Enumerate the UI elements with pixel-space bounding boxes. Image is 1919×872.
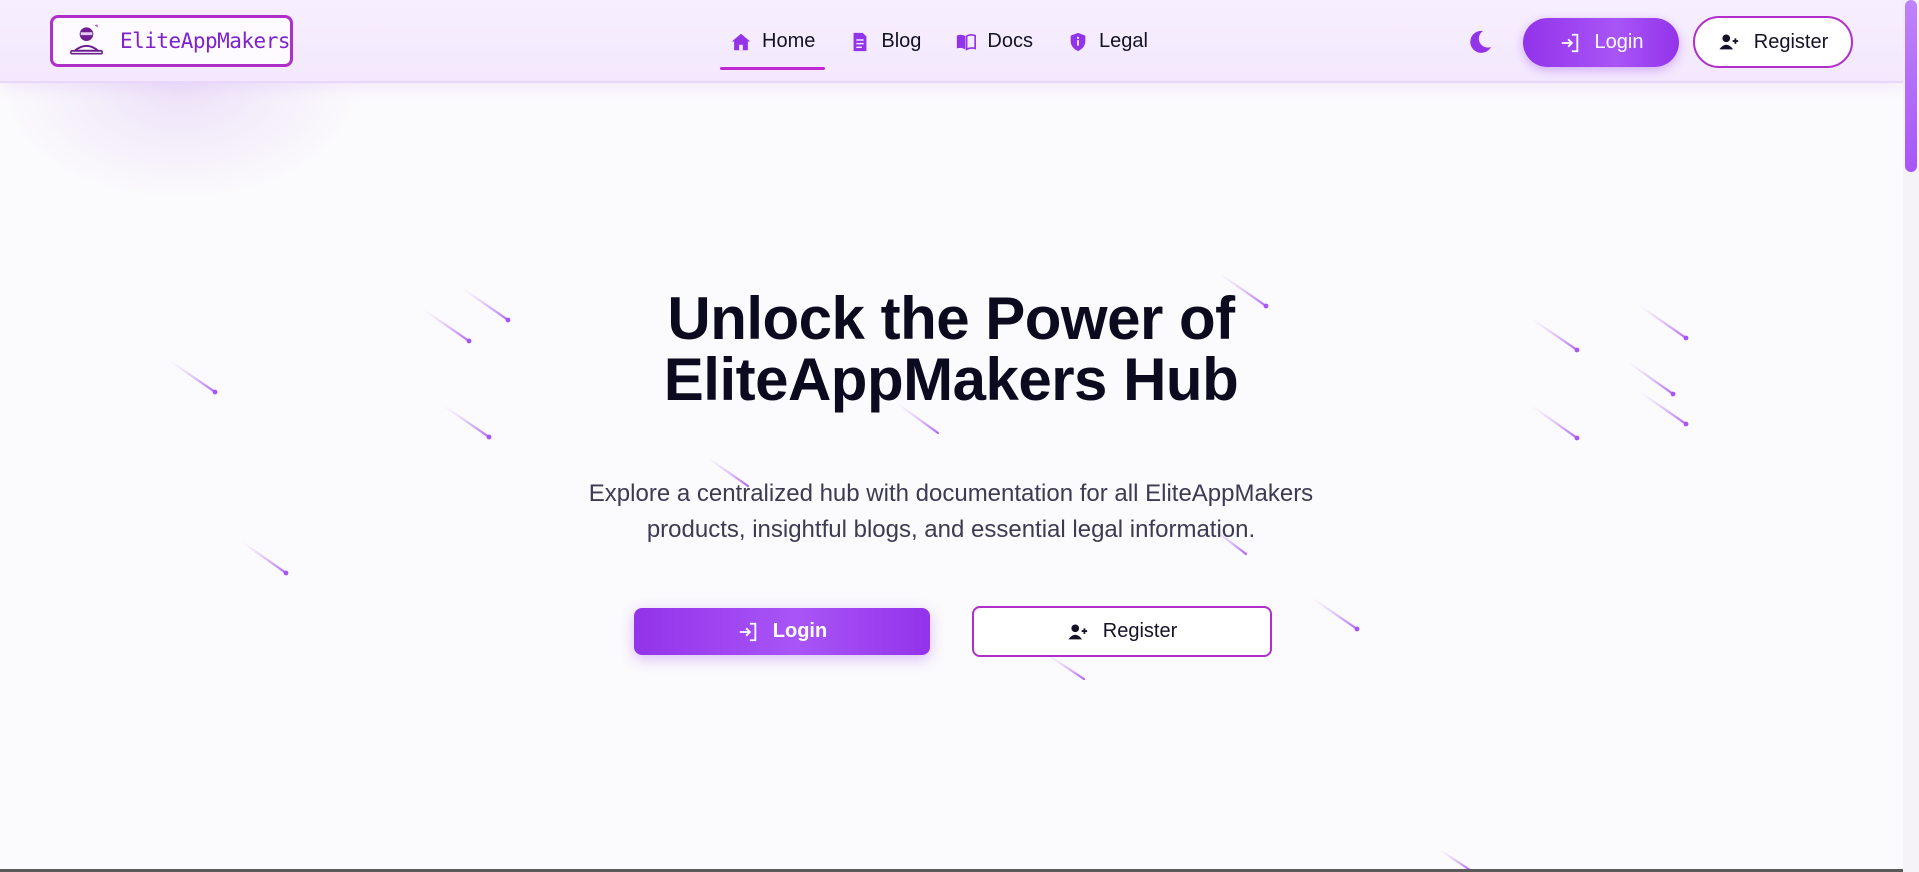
hero-subtitle-line-1: Explore a centralized hub with documenta… <box>588 480 1314 507</box>
hero-subtitle: Explore a centralized hub with documenta… <box>551 476 1351 548</box>
nav-item-docs[interactable]: Docs <box>955 0 1033 83</box>
brand-logo[interactable]: EliteAppMakers <box>50 15 293 67</box>
shield-icon <box>1070 32 1086 51</box>
header-register-label: Register <box>1753 30 1829 53</box>
hero-register-button[interactable]: Register <box>972 606 1272 657</box>
nav-item-label: Home <box>762 30 816 52</box>
hero-title: Unlock the Power of EliteAppMakers Hub <box>551 288 1351 410</box>
login-arrow-icon <box>739 622 757 641</box>
document-icon <box>853 32 867 51</box>
hero-title-line-1: Unlock the Power of <box>667 285 1235 352</box>
nav-item-home[interactable]: Home <box>719 0 826 83</box>
home-icon <box>731 33 751 50</box>
nav-item-label: Legal <box>1098 30 1148 52</box>
main-nav: Home Blog Docs Legal <box>719 0 1182 83</box>
user-plus-icon <box>1068 623 1087 639</box>
header-register-button[interactable]: Register <box>1693 16 1853 68</box>
nav-item-label: Blog <box>881 30 922 52</box>
nav-item-blog[interactable]: Blog <box>849 0 921 83</box>
hero-login-button[interactable]: Login <box>634 608 930 655</box>
hero-subtitle-line-2: products, insightful blogs, and essentia… <box>646 516 1256 543</box>
site-header: EliteAppMakers Home Blog Docs Legal Logi… <box>0 0 1903 83</box>
brand-name: EliteAppMakers <box>119 29 291 53</box>
hero-title-line-2: EliteAppMakers Hub <box>663 346 1239 413</box>
person-at-laptop-icon <box>70 24 103 55</box>
theme-toggle[interactable] <box>1466 28 1494 56</box>
hero-login-label: Login <box>772 620 828 642</box>
nav-item-label: Docs <box>987 30 1033 52</box>
login-arrow-icon <box>1561 33 1578 52</box>
user-plus-icon <box>1719 34 1738 50</box>
nav-item-legal[interactable]: Legal <box>1067 0 1148 83</box>
hero-register-label: Register <box>1102 620 1178 642</box>
moon-icon <box>1470 30 1491 53</box>
scrollbar-thumb[interactable] <box>1905 0 1917 172</box>
header-login-button[interactable]: Login <box>1523 18 1679 67</box>
header-login-label: Login <box>1594 31 1644 53</box>
book-open-icon <box>957 33 977 51</box>
